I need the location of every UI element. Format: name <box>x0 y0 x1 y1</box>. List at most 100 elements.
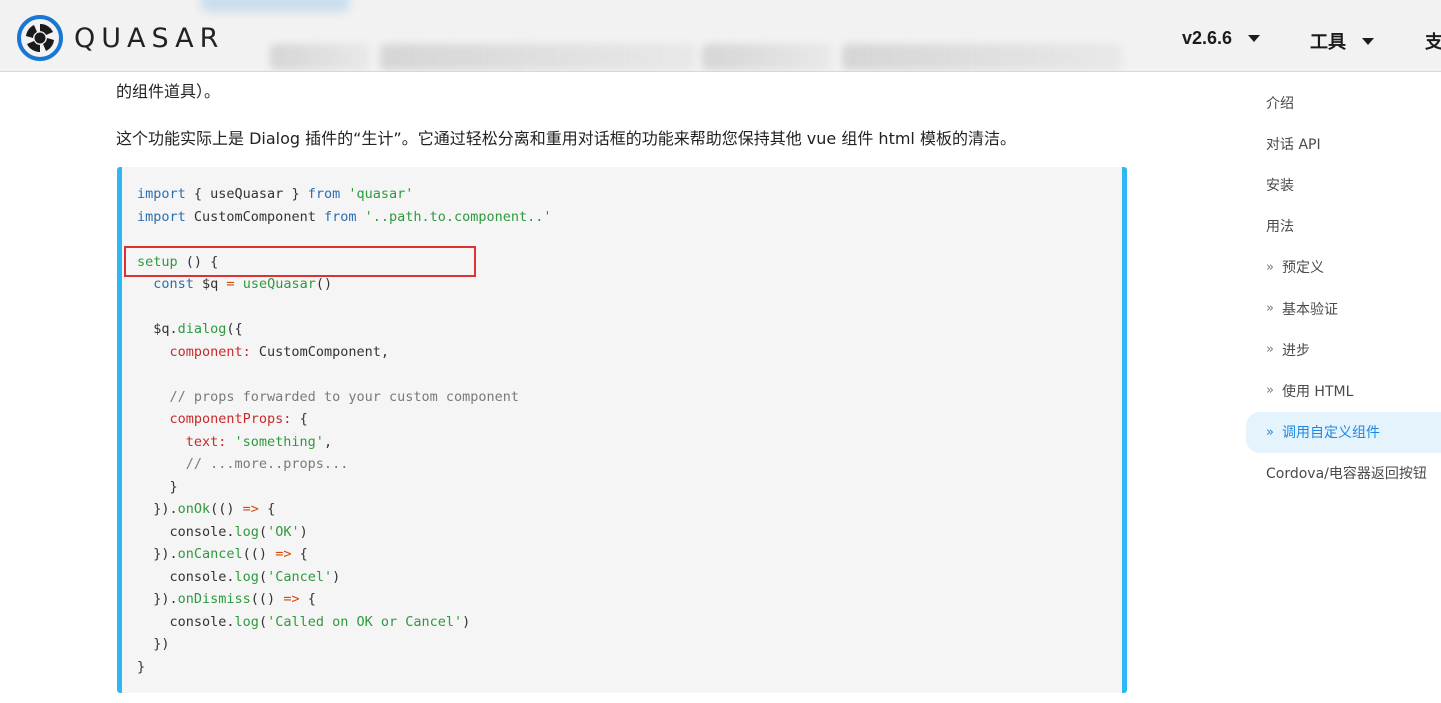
toc-item-usage[interactable]: 用法 <box>1246 206 1441 247</box>
code-text: console. <box>137 613 235 630</box>
code-keyword: from <box>307 186 341 202</box>
code-text: { useQuasar } <box>185 186 308 202</box>
code-text: ) <box>299 523 308 540</box>
code-text: (() <box>210 501 243 517</box>
code-text: (() <box>250 591 284 607</box>
code-keyword: import <box>137 208 186 225</box>
code-text: { <box>291 546 308 562</box>
code-line: console.log('OK') <box>137 521 552 544</box>
code-line: } <box>137 656 552 679</box>
code-text: ) <box>332 568 341 585</box>
support-dropdown[interactable]: 支 <box>1425 28 1441 54</box>
version-dropdown[interactable]: v2.6.6 <box>1182 28 1261 49</box>
chevron-right-icon: » <box>1266 383 1274 399</box>
code-text: ({ <box>226 321 243 337</box>
code-line: }).onDismiss(() => { <box>137 588 552 611</box>
highlight-annotation-box <box>124 246 476 277</box>
code-operator: => <box>283 591 300 607</box>
code-function: useQuasar <box>234 276 316 292</box>
page: QUASAR v2.6.6 工具 支 的组件道具）。 这个功能实际上是 Dial… <box>0 0 1441 703</box>
code-function: log <box>234 568 259 585</box>
code-string: '..path.to.component..' <box>356 208 552 225</box>
code-function: onOk <box>177 501 211 517</box>
code-text: , <box>323 433 333 450</box>
toc-item-predefined[interactable]: » 预定义 <box>1246 247 1441 288</box>
toc-item-label: 安装 <box>1266 177 1294 194</box>
toc-item-install[interactable]: 安装 <box>1246 164 1441 205</box>
toc-item-invoke-custom-component[interactable]: » 调用自定义组件 <box>1246 411 1441 453</box>
code-text: ) <box>462 613 471 630</box>
code-line: }) <box>137 633 552 656</box>
toc-sidebar: 介绍 对话 API 安装 用法 » 预定义 » 基本验证 » 进步 » 使用 H… <box>1246 82 1441 494</box>
brand-logo-link[interactable]: QUASAR <box>16 15 224 61</box>
tools-label: 工具 <box>1310 32 1346 52</box>
code-text: ( <box>258 523 268 540</box>
code-comment: // props forwarded to your custom compon… <box>137 388 520 405</box>
toc-item-cordova-back-button[interactable]: Cordova/电容器返回按钮 <box>1246 453 1441 494</box>
toc-item-label: 进步 <box>1281 342 1310 359</box>
code-line: // props forwarded to your custom compon… <box>137 386 552 409</box>
code-text: (() <box>242 546 276 562</box>
toc-item-label: 介绍 <box>1266 95 1294 112</box>
code-text: { <box>291 411 308 427</box>
code-property: text: <box>137 433 227 450</box>
code-property: componentProps: <box>137 411 292 427</box>
code-text: console. <box>137 568 235 585</box>
code-line: // ...more..props... <box>137 453 552 476</box>
toc-item-progress[interactable]: » 进步 <box>1246 329 1441 370</box>
paragraph-top: 的组件道具）。 <box>116 82 221 101</box>
toc-item-intro[interactable]: 介绍 <box>1246 82 1441 123</box>
brand-name: QUASAR <box>74 22 225 54</box>
code-line: }).onCancel(() => { <box>137 543 552 566</box>
code-line: import { useQuasar } from 'quasar' <box>137 183 552 206</box>
toc-item-label: 基本验证 <box>1281 301 1338 318</box>
chevron-right-icon: » <box>1266 342 1274 358</box>
toc-item-dialog-api[interactable]: 对话 API <box>1246 123 1441 164</box>
code-text: { <box>299 591 316 607</box>
code-text: CustomComponent <box>185 208 324 225</box>
toc-item-label: 调用自定义组件 <box>1281 425 1380 442</box>
code-line: text: 'something', <box>137 431 552 454</box>
quasar-logo-icon <box>17 15 63 61</box>
code-text: } <box>137 478 178 495</box>
code-string: 'Cancel' <box>267 568 333 585</box>
tools-dropdown[interactable]: 工具 <box>1310 28 1374 54</box>
code-line: componentProps: { <box>137 408 552 431</box>
code-text: () <box>315 276 333 292</box>
code-function: dialog <box>177 321 227 337</box>
support-label: 支 <box>1425 28 1441 54</box>
top-header: QUASAR v2.6.6 工具 支 <box>0 0 1441 72</box>
header-blur-top <box>200 0 350 12</box>
code-function: onCancel <box>177 546 243 562</box>
code-keyword: import <box>137 186 186 202</box>
code-string: 'Called on OK or Cancel' <box>267 613 463 630</box>
toc-item-basic-validation[interactable]: » 基本验证 <box>1246 288 1441 329</box>
code-function: log <box>234 523 259 540</box>
code-operator: => <box>242 501 259 517</box>
code-text: }) <box>137 636 170 652</box>
code-line: } <box>137 476 552 499</box>
toc-item-label: 预定义 <box>1281 260 1324 277</box>
code-comment: // ...more..props... <box>137 456 349 472</box>
code-function: onDismiss <box>177 591 251 607</box>
code-text: console. <box>137 523 235 540</box>
code-operator: = <box>226 276 235 292</box>
code-line: console.log('Called on OK or Cancel') <box>137 611 552 634</box>
code-text: }). <box>137 591 178 607</box>
toc-item-use-html[interactable]: » 使用 HTML <box>1246 370 1441 411</box>
code-string: 'something' <box>226 433 324 450</box>
code-text: CustomComponent, <box>250 343 389 360</box>
code-line: console.log('Cancel') <box>137 566 552 589</box>
header-blur <box>380 44 695 70</box>
caret-down-icon <box>1362 37 1374 45</box>
code-text: $q. <box>137 321 178 337</box>
code-string: 'OK' <box>267 523 300 540</box>
code-line: import CustomComponent from '..path.to.c… <box>137 206 552 229</box>
code-line: component: CustomComponent, <box>137 341 552 364</box>
header-blur <box>270 44 370 70</box>
version-label: v2.6.6 <box>1182 28 1233 48</box>
code-text: { <box>258 501 276 517</box>
toc-item-label: 对话 API <box>1266 136 1321 153</box>
